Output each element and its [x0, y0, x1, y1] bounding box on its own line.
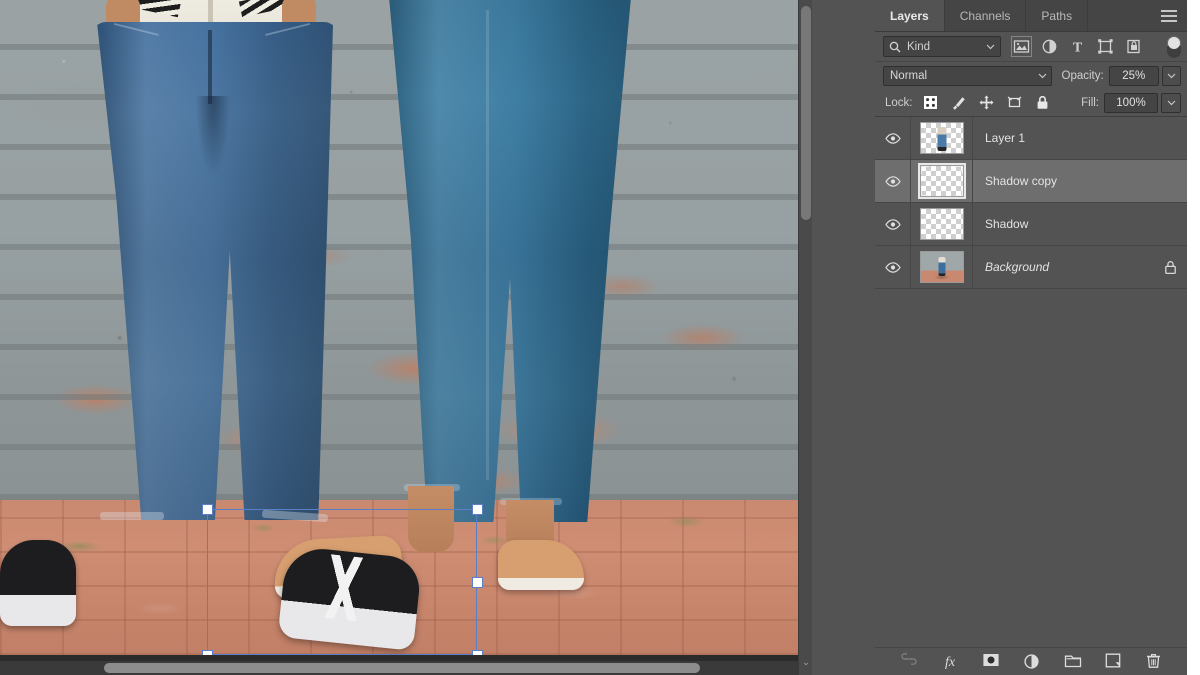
layer-list[interactable]: Layer 1 Shadow copy Shadow Background: [875, 117, 1187, 647]
canvas-vertical-scrollbar-thumb[interactable]: [801, 6, 811, 220]
tab-paths-label: Paths: [1041, 8, 1073, 23]
filter-adjustment-layers-icon[interactable]: [1041, 38, 1058, 55]
scroll-down-arrow-icon[interactable]: ⌄: [799, 655, 812, 669]
layer-visibility-toggle[interactable]: [875, 203, 911, 245]
lock-icon: [1164, 260, 1176, 274]
layer-filter-row: Kind T: [875, 32, 1187, 62]
lock-label: Lock:: [885, 96, 913, 109]
link-layers-icon[interactable]: [900, 653, 917, 670]
lock-image-pixels-icon[interactable]: [950, 94, 967, 111]
document-canvas[interactable]: ⌄: [0, 0, 812, 675]
selected-thumbnail-frame: [919, 165, 964, 197]
canvas-image[interactable]: [0, 0, 798, 655]
chevron-down-icon: [1038, 73, 1047, 79]
layer-thumbnail[interactable]: [911, 246, 973, 288]
layers-panel-toolbar: fx: [875, 647, 1187, 675]
lock-row: Lock: Fill: 100%: [875, 89, 1187, 117]
dock-empty-column: [812, 0, 875, 675]
fill-label: Fill:: [1081, 96, 1099, 109]
blend-mode-row: Normal Opacity: 25%: [875, 62, 1187, 89]
opacity-input[interactable]: 25%: [1108, 65, 1159, 86]
layer-name[interactable]: Shadow: [973, 217, 1153, 231]
panel-tab-bar: Layers Channels Paths: [875, 0, 1187, 32]
new-group-icon[interactable]: [1064, 653, 1081, 670]
table-row[interactable]: Background: [875, 246, 1187, 289]
sneaker-laces: [296, 551, 396, 625]
blend-mode-select[interactable]: Normal: [883, 65, 1052, 86]
svg-text:T: T: [1073, 41, 1083, 56]
layers-panel: Layers Channels Paths Kind T Normal Opac…: [875, 0, 1187, 675]
table-row[interactable]: Shadow copy: [875, 160, 1187, 203]
filter-smart-object-layers-icon[interactable]: [1125, 38, 1142, 55]
new-layer-icon[interactable]: [1105, 653, 1122, 670]
new-adjustment-layer-icon[interactable]: [1023, 653, 1040, 670]
svg-text:fx: fx: [944, 655, 955, 669]
left-figure-jeans-shadow: [196, 96, 230, 176]
filter-type-layers-icon[interactable]: T: [1069, 38, 1086, 56]
layer-locked-badge: [1153, 260, 1187, 275]
search-icon: [889, 41, 901, 53]
layer-thumbnail[interactable]: [911, 117, 973, 159]
filter-enable-toggle[interactable]: [1167, 35, 1181, 58]
add-layer-mask-icon[interactable]: [982, 653, 999, 670]
layer-thumbnail[interactable]: [911, 160, 973, 202]
tab-layers[interactable]: Layers: [875, 0, 945, 31]
canvas-horizontal-scrollbar-thumb[interactable]: [104, 663, 700, 673]
right-figure-seam: [486, 10, 489, 480]
layer-style-fx-icon[interactable]: fx: [941, 653, 958, 670]
tab-paths[interactable]: Paths: [1026, 0, 1089, 31]
layer-visibility-toggle[interactable]: [875, 246, 911, 288]
canvas-vertical-scrollbar[interactable]: ⌄: [798, 0, 812, 675]
fill-stepper[interactable]: [1161, 92, 1181, 113]
screen-right-edge: [1187, 0, 1200, 675]
lock-position-icon[interactable]: [978, 94, 995, 111]
table-row[interactable]: Layer 1: [875, 117, 1187, 160]
tab-channels-label: Channels: [959, 8, 1011, 23]
panel-dock: Layers Channels Paths Kind T Normal Opac…: [812, 0, 1200, 675]
layer-thumbnail[interactable]: [911, 203, 973, 245]
delete-layer-icon[interactable]: [1146, 653, 1163, 670]
tab-channels[interactable]: Channels: [945, 0, 1027, 31]
filter-kind-label: Kind: [907, 40, 931, 53]
layer-name[interactable]: Background: [973, 260, 1153, 274]
chevron-down-icon: [986, 44, 995, 50]
filter-shape-layers-icon[interactable]: [1097, 38, 1114, 55]
blend-mode-value: Normal: [890, 69, 928, 82]
tab-layers-label: Layers: [890, 8, 929, 23]
canvas-horizontal-scrollbar[interactable]: [0, 661, 798, 675]
right-figure-ankle-left: [408, 486, 454, 552]
lock-all-icon[interactable]: [1034, 94, 1051, 111]
eye-icon: [884, 175, 901, 187]
lock-icons: [922, 94, 1051, 111]
thumbnail-photo: [920, 252, 963, 282]
eye-icon: [884, 218, 901, 230]
lock-artboard-nesting-icon[interactable]: [1006, 94, 1023, 111]
filter-type-icons: T: [1011, 36, 1142, 57]
opacity-stepper[interactable]: [1161, 65, 1181, 86]
filter-kind-select[interactable]: Kind: [883, 36, 1001, 57]
layer-visibility-toggle[interactable]: [875, 160, 911, 202]
opacity-label: Opacity:: [1061, 69, 1104, 82]
fill-input[interactable]: 100%: [1104, 92, 1158, 113]
layer-visibility-toggle[interactable]: [875, 117, 911, 159]
lock-transparent-pixels-icon[interactable]: [922, 94, 939, 111]
layer-name[interactable]: Layer 1: [973, 131, 1153, 145]
left-figure-sneaker-left: [0, 540, 76, 626]
thumbnail-figure: [937, 127, 946, 151]
eye-icon: [884, 132, 901, 144]
filter-pixel-layers-icon[interactable]: [1011, 36, 1032, 57]
left-figure-hem-left: [100, 512, 164, 520]
photoshop-window: ⌄ Layers Channels Paths Kind T Normal Op…: [0, 0, 1200, 675]
table-row[interactable]: Shadow: [875, 203, 1187, 246]
left-figure-jeans-fly: [208, 30, 212, 104]
eye-icon: [884, 261, 901, 273]
hamburger-menu-icon[interactable]: [1161, 9, 1177, 22]
layer-name[interactable]: Shadow copy: [973, 174, 1153, 188]
